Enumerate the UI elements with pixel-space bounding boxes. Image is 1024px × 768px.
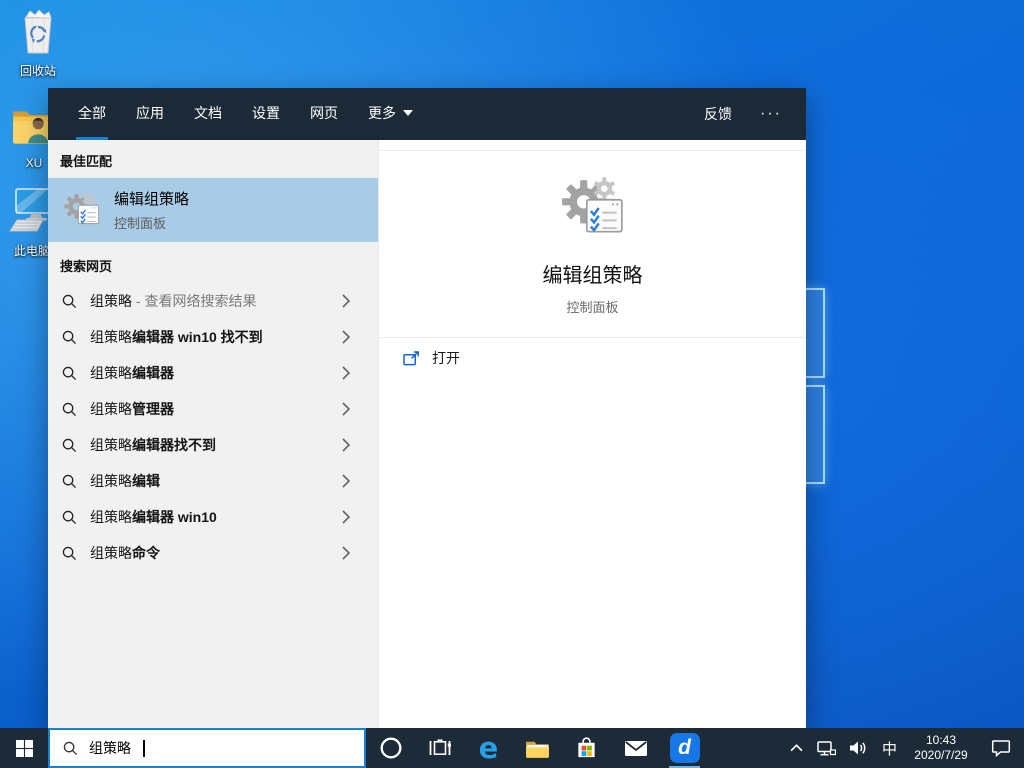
search-icon <box>62 546 77 560</box>
driver-app-icon: d <box>669 733 700 763</box>
chevron-right-icon <box>342 438 350 452</box>
store-button[interactable] <box>562 728 611 768</box>
recycle-bin-icon <box>24 9 52 54</box>
search-icon <box>62 438 77 452</box>
search-icon <box>62 330 77 344</box>
chevron-right-icon <box>342 294 350 308</box>
more-options-icon[interactable]: ··· <box>760 105 782 123</box>
search-flyout: 全部 应用 文档 设置 网页 更多 反馈 ··· 最佳匹配 编辑组策略 控制面板… <box>48 88 806 728</box>
volume-icon <box>849 741 866 755</box>
web-suggestion-item[interactable]: 组策略编辑器 <box>48 355 378 391</box>
search-input-value: 组策略 <box>89 740 131 756</box>
web-suggestion-item[interactable]: 组策略编辑器找不到 <box>48 427 378 463</box>
tab-documents[interactable]: 文档 <box>192 88 224 140</box>
tab-settings[interactable]: 设置 <box>250 88 282 140</box>
tray-expand-button[interactable] <box>790 744 803 752</box>
edge-button[interactable]: e <box>464 728 513 768</box>
tab-all[interactable]: 全部 <box>76 88 108 140</box>
search-icon <box>62 402 77 416</box>
search-filter-bar: 全部 应用 文档 设置 网页 更多 反馈 ··· <box>48 88 806 140</box>
chevron-up-icon <box>790 744 803 752</box>
volume-button[interactable] <box>849 740 869 756</box>
clock-date: 2020/7/29 <box>914 748 968 762</box>
chevron-right-icon <box>342 546 350 560</box>
system-tray: 中 10:43 2020/7/29 <box>790 733 1024 763</box>
cortana-icon <box>380 737 401 759</box>
best-match-result[interactable]: 编辑组策略 控制面板 <box>48 178 378 242</box>
ime-indicator[interactable]: 中 <box>882 738 897 759</box>
best-match-subtitle: 控制面板 <box>114 216 167 231</box>
task-view-button[interactable] <box>415 728 464 768</box>
tab-more[interactable]: 更多 <box>366 88 415 140</box>
tab-apps[interactable]: 应用 <box>134 88 166 140</box>
search-icon <box>62 294 77 308</box>
search-icon <box>62 510 77 524</box>
task-view-icon <box>429 739 451 755</box>
clock-time: 10:43 <box>925 733 957 747</box>
preview-subtitle: 控制面板 <box>566 300 619 315</box>
chevron-right-icon <box>342 474 350 488</box>
desktop-icon-recycle-bin[interactable]: 回收站 <box>8 8 68 79</box>
web-search-section-title: 搜索网页 <box>60 259 113 274</box>
web-suggestion-item[interactable]: 组策略编辑器 win10 找不到 <box>48 319 378 355</box>
web-suggestion-item[interactable]: 组策略编辑 <box>48 463 378 499</box>
group-policy-icon <box>560 175 623 233</box>
open-external-icon <box>403 350 419 365</box>
result-preview-pane: 编辑组策略 控制面板 打开 <box>378 140 806 728</box>
tab-web[interactable]: 网页 <box>308 88 340 140</box>
web-suggestion-item[interactable]: 组策略 - 查看网络搜索结果 <box>48 283 378 319</box>
start-button[interactable] <box>0 728 48 768</box>
text-caret <box>143 739 145 757</box>
edge-icon: e <box>478 730 499 765</box>
chevron-right-icon <box>342 510 350 524</box>
best-match-section-title: 最佳匹配 <box>60 154 113 169</box>
best-match-title: 编辑组策略 <box>114 191 190 208</box>
network-icon <box>817 740 836 755</box>
network-status-button[interactable] <box>816 740 836 757</box>
preview-card: 编辑组策略 控制面板 <box>379 140 806 338</box>
web-suggestion-item[interactable]: 组策略命令 <box>48 535 378 571</box>
windows-logo-icon <box>15 739 33 757</box>
desktop-icon-label: 回收站 <box>19 64 56 78</box>
web-suggestion-item[interactable]: 组策略编辑器 win10 <box>48 499 378 535</box>
taskbar-clock[interactable]: 10:43 2020/7/29 <box>910 733 972 763</box>
open-action[interactable]: 打开 <box>379 338 806 378</box>
taskbar-search-input[interactable]: 组策略 <box>48 728 366 768</box>
chevron-right-icon <box>342 402 350 416</box>
file-explorer-button[interactable] <box>513 728 562 768</box>
notification-icon <box>991 740 1011 757</box>
wallpaper-window-beam <box>804 288 825 378</box>
search-icon <box>62 366 77 380</box>
mail-icon <box>624 740 647 756</box>
taskbar: 组策略 e d 中 10:43 2020/7/29 <box>0 728 1024 768</box>
chevron-right-icon <box>342 330 350 344</box>
search-icon <box>63 741 78 755</box>
cortana-button[interactable] <box>366 728 415 768</box>
file-explorer-icon <box>526 741 549 758</box>
preview-title: 编辑组策略 <box>542 265 643 287</box>
open-label: 打开 <box>432 350 460 366</box>
store-icon <box>578 737 595 758</box>
web-suggestion-item[interactable]: 组策略管理器 <box>48 391 378 427</box>
chevron-down-icon <box>403 109 413 116</box>
action-center-button[interactable] <box>991 739 1011 757</box>
wallpaper-window-beam <box>804 385 825 484</box>
feedback-button[interactable]: 反馈 <box>704 104 732 124</box>
chevron-right-icon <box>342 366 350 380</box>
group-policy-icon <box>63 191 100 225</box>
search-results-list: 最佳匹配 编辑组策略 控制面板 搜索网页 组策略 - 查看网络搜索结果 组策略编… <box>48 140 378 728</box>
mail-button[interactable] <box>611 728 660 768</box>
driver-app-button[interactable]: d <box>660 728 709 768</box>
search-icon <box>62 474 77 488</box>
